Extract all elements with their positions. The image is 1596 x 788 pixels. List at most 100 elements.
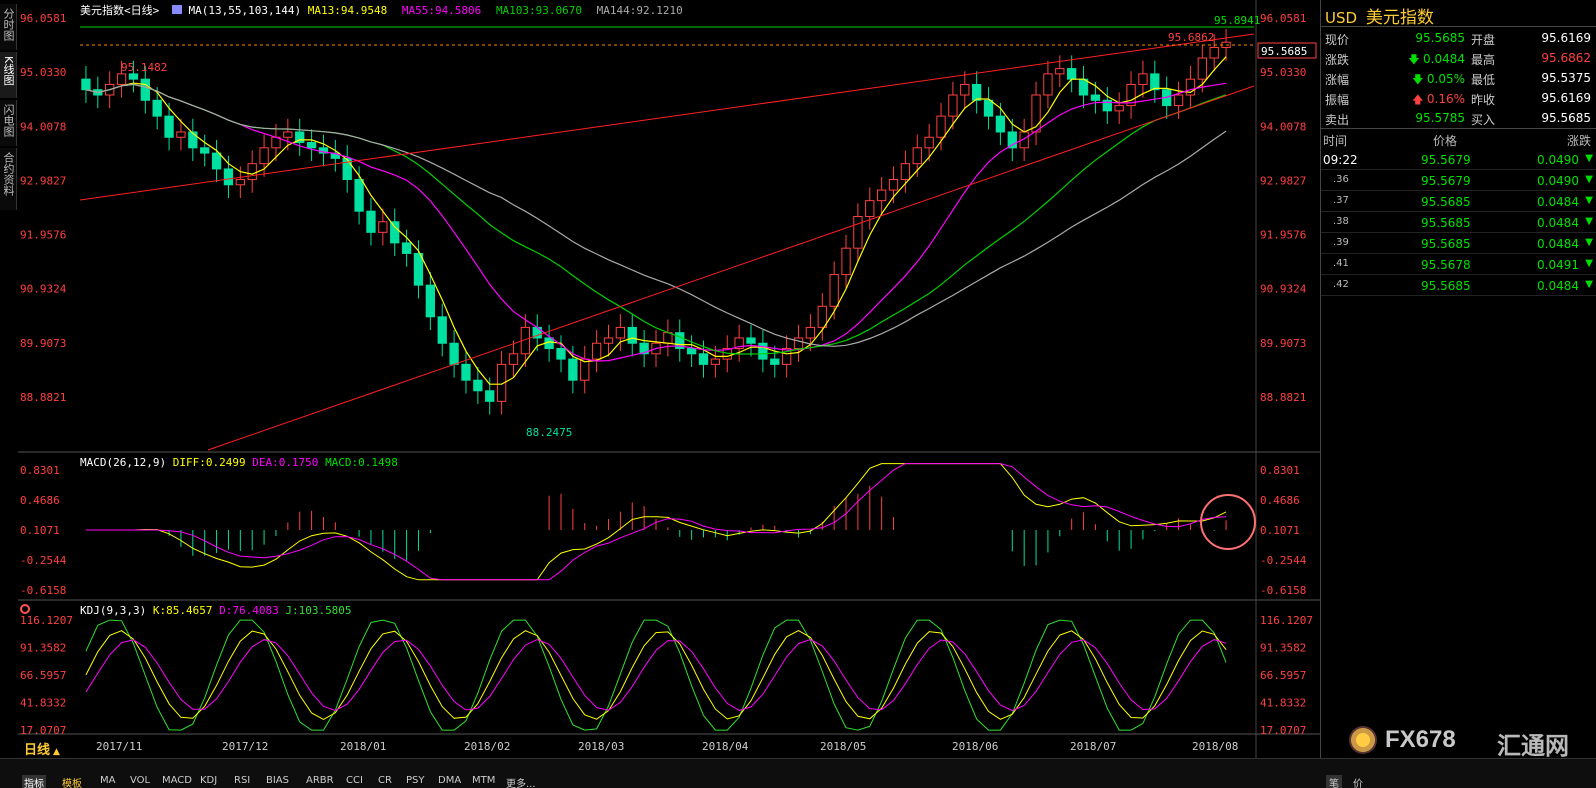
bottom-tab[interactable]: CCI [346,775,363,788]
macd-axis-label: 0.8301 [1260,464,1300,477]
kdj-axis-label: 17.0707 [1260,724,1306,737]
candle-body [936,115,946,138]
current-price-label: 95.5685 [1261,45,1307,58]
quote-code: USD [1325,9,1358,27]
bottom-tab[interactable]: VOL [130,775,150,788]
bottom-tab[interactable]: KDJ [200,775,217,788]
ma103-value: MA103:93.0670 [495,4,583,17]
tick-change: 0.0490 [1537,174,1579,188]
tab-timeshare[interactable]: 分时图 [0,4,17,50]
x-axis-label: 2018/02 [464,740,510,753]
bottom-tab[interactable]: MACD [162,775,192,788]
tick-header: 时间 价格 涨跌 [1321,129,1596,149]
kline-chart-svg[interactable]: 96.0581 96.0581 95.0330 95.0330 94.0078 94.00… [18,0,1320,758]
bottom-tab[interactable]: PSY [406,775,425,788]
price-axis-label: 95.0330 [1260,66,1306,79]
candle-body [603,337,614,344]
x-axis-label: 2018/06 [952,740,998,753]
candle-body [235,179,245,186]
tab-stroke-label: 笔 [1329,779,1339,788]
down-arrow-icon: ▼ [1585,174,1593,185]
tick-row: 09:22 95.5679 0.0490 ▼ [1321,150,1596,170]
tab-price[interactable]: 价 [1350,775,1366,788]
chart-area[interactable]: 96.0581 96.0581 95.0330 95.0330 94.0078 94.00… [18,0,1320,758]
app-root: 分时图 K线图 闪电图 合约资料 96.0581 96.0581 95.0330 95… [0,0,1596,788]
macd-axis-label: -0.2544 [1260,554,1307,567]
candle-body [876,189,887,202]
price-axis-label-left: 94.0078 [20,120,66,133]
bottom-tab[interactable]: MTM [472,775,495,788]
tick-time: .41 [1333,258,1349,269]
candle-body [390,221,400,244]
tick-price: 95.5685 [1421,216,1471,230]
tick-row: .37 95.5685 0.0484 ▼ [1321,192,1596,212]
macd-legend: MACD(26,12,9) DIFF:0.2499 DEA:0.1750 MAC… [80,456,398,469]
period-selector[interactable]: 日线 ▲ [24,739,60,758]
tick-row: .36 95.5679 0.0490 ▼ [1321,171,1596,191]
kdj-axis-label-left: 116.1207 [20,614,73,627]
candle-body [413,252,424,286]
price-axis-label: 90.9324 [1260,283,1307,296]
candle-body [473,379,483,392]
candle-body [972,83,982,101]
down-arrow-icon: ▼ [1585,237,1593,248]
bottom-tab[interactable]: BIAS [266,775,289,788]
highlight-circle [1200,494,1256,550]
price-axis-label-left: 90.9324 [20,283,67,296]
bottom-tab[interactable]: 模板 [62,775,82,788]
quote-name: 美元指数 [1365,8,1434,28]
candle-body [900,163,911,181]
tick-time: .38 [1333,216,1349,227]
candle-body [200,147,210,154]
legend-icon[interactable] [171,5,182,14]
ma103-line [85,83,1227,355]
tick-price: 95.5679 [1421,153,1471,167]
candle-body [710,358,721,365]
price-axis-label-left: 91.9576 [20,229,66,242]
tick-header-change: 涨跌 [1566,134,1591,148]
quote-label: 卖出 [1325,113,1350,127]
tab-stroke[interactable]: 笔 [1326,775,1342,788]
tab-contract-info[interactable]: 合约资料 [0,148,17,210]
bottom-tab[interactable]: RSI [234,775,250,788]
instrument-name: 美元指数 [80,4,124,17]
bottom-tab[interactable]: ARBR [306,775,334,788]
tick-price: 95.5679 [1421,174,1471,188]
x-axis-label: 2017/11 [96,740,142,753]
kdj-d: D:76.4083 [219,604,279,617]
gear-icon[interactable] [20,604,30,614]
quote-label: 涨幅 [1325,73,1350,87]
candle-body [401,242,412,254]
bottom-tab[interactable]: MA [100,775,115,788]
quote-label: 昨收 [1471,93,1496,107]
macd-axis-label-left: 0.8301 [20,464,60,477]
kdj-axis-label: 41.8332 [1260,697,1306,710]
candle-body [1055,68,1065,75]
kdj-k: K:85.4657 [152,604,213,617]
kdj-axis-label-left: 66.5957 [20,669,66,682]
price-axis-label: 96.0581 [1260,12,1306,25]
candle-body [1173,94,1184,107]
down-arrow-icon: ▼ [1585,216,1593,227]
bottom-tab[interactable]: 更多... [506,775,536,788]
candle-body [1090,94,1101,101]
down-arrow-icon: ▼ [1585,195,1593,206]
tab-lightning[interactable]: 闪电图 [0,100,17,146]
price-axis-label-left: 95.0330 [20,66,66,79]
macd-axis-label: -0.6158 [1260,584,1306,597]
candle-body [211,152,222,170]
candle-body [960,83,970,96]
tab-kline[interactable]: K线图 [0,52,17,98]
bottom-tab[interactable]: CR [378,775,392,788]
candle-body [1150,73,1160,91]
candle-body [366,210,376,233]
candle-body [615,326,626,339]
bottom-tab[interactable]: 指标 [22,775,46,788]
tick-time: .36 [1333,174,1349,185]
quote-row: 现价 95.5685 开盘 95.6169 [1321,28,1596,48]
logo-cn: 汇通网 [1497,732,1569,760]
tick-price: 95.5685 [1421,195,1471,209]
bottom-tab[interactable]: DMA [438,775,461,788]
quote-label: 最低 [1471,73,1496,87]
candle-body [140,78,150,101]
